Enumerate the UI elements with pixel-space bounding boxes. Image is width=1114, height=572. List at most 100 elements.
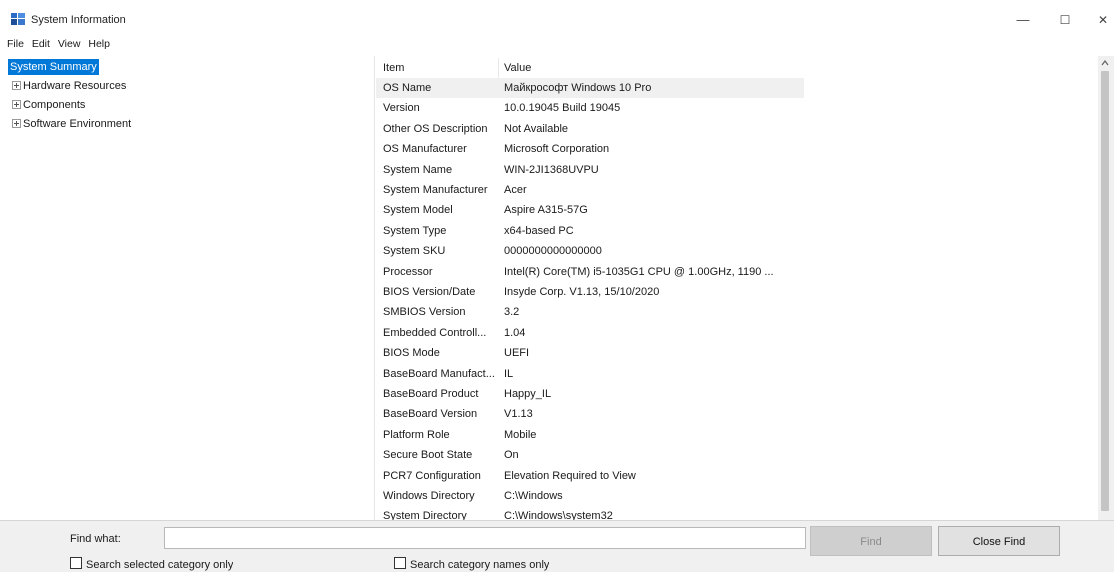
cell-item: BaseBoard Version xyxy=(383,408,478,421)
table-row[interactable]: Processor Intel(R) Core(TM) i5-1035G1 CPU… xyxy=(376,262,804,282)
checkbox-label: Search selected category only xyxy=(86,559,234,571)
cell-item: System Model xyxy=(383,204,453,217)
cell-value: 1.04 xyxy=(504,326,526,339)
table-row[interactable]: System Manufacturer Acer xyxy=(376,180,804,200)
tree-item-software-environment[interactable]: Software Environment xyxy=(0,116,131,132)
table-row[interactable]: System Type x64-based PC xyxy=(376,221,804,241)
cell-value: Майкрософт Windows 10 Pro xyxy=(504,82,652,94)
cell-value: Not Available xyxy=(504,122,569,135)
tree-item-system-summary[interactable]: System Summary xyxy=(8,59,99,75)
cell-value: C:\Windows xyxy=(504,490,563,502)
cell-item: Windows Directory xyxy=(383,490,475,502)
table-row[interactable]: OS Name Майкрософт Windows 10 Pro xyxy=(376,78,804,98)
table-row[interactable]: Secure Boot State On xyxy=(376,445,804,465)
table-row[interactable]: BIOS Version/Date Insyde Corp. V1.13, 15/… xyxy=(376,282,804,302)
cell-value: 10.0.19045 Build 19045 xyxy=(504,102,621,115)
expand-icon[interactable] xyxy=(12,80,21,90)
cell-item: PCR7 Configuration xyxy=(383,469,481,482)
table-row[interactable]: PCR7 Configuration Elevation Required to … xyxy=(376,466,804,486)
cell-item: System Type xyxy=(383,224,447,237)
table-row[interactable]: System Directory C:\Windows\system32 xyxy=(376,506,804,520)
column-header-item[interactable]: Item xyxy=(383,58,501,78)
cell-value: Happy_IL xyxy=(504,388,552,400)
cell-value: Aspire A315-57G xyxy=(504,204,588,217)
cell-item: Other OS Description xyxy=(383,122,488,135)
cell-item: System SKU xyxy=(383,245,446,258)
scrollbar-thumb[interactable] xyxy=(1101,71,1109,511)
cell-item: SMBIOS Version xyxy=(383,306,466,319)
tree-item-label: Components xyxy=(23,99,86,111)
menu-view[interactable]: View xyxy=(58,38,81,50)
checkbox-box[interactable] xyxy=(70,557,82,569)
table-row[interactable]: System Model Aspire A315-57G xyxy=(376,200,804,220)
cell-item: System Directory xyxy=(383,510,467,520)
tree-item-components[interactable]: Components xyxy=(0,97,85,113)
find-button[interactable]: Find xyxy=(810,526,932,556)
menu-file[interactable]: File xyxy=(7,38,24,50)
table-row[interactable]: System Name WIN-2JI1368UVPU xyxy=(376,160,804,180)
table-row[interactable]: Windows Directory C:\Windows xyxy=(376,486,804,506)
find-what-label: Find what: xyxy=(70,533,121,545)
cell-value: UEFI xyxy=(504,347,530,360)
cell-item: System Name xyxy=(383,163,453,176)
details-grid: Item Value OS Name Майкрософт Windows 10 … xyxy=(376,56,1098,520)
table-row[interactable]: BaseBoard Version V1.13 xyxy=(376,404,804,424)
checkbox-box[interactable] xyxy=(394,557,406,569)
menu-edit[interactable]: Edit xyxy=(32,38,50,50)
cell-item: BIOS Version/Date xyxy=(383,286,476,298)
title-bar: System Information — ☐ ✕ xyxy=(0,0,1114,36)
expand-icon[interactable] xyxy=(12,99,21,109)
column-header-value[interactable]: Value xyxy=(504,58,804,78)
cell-item: Embedded Controll... xyxy=(383,326,487,339)
cell-value: WIN-2JI1368UVPU xyxy=(504,163,599,176)
cell-value: IL xyxy=(504,367,514,380)
menu-bar: File Edit View Help xyxy=(7,38,115,52)
cell-item: Platform Role xyxy=(383,428,450,441)
table-row[interactable]: Platform Role Mobile xyxy=(376,425,804,445)
table-row[interactable]: Other OS Description Not Available xyxy=(376,119,804,139)
cell-value: Intel(R) Core(TM) i5-1035G1 CPU @ 1.00GH… xyxy=(504,265,774,278)
cell-value: Insyde Corp. V1.13, 15/10/2020 xyxy=(504,286,660,298)
table-row[interactable]: BaseBoard Product Happy_IL xyxy=(376,384,804,404)
table-row[interactable]: System SKU 0000000000000000 xyxy=(376,241,804,261)
cell-value: Acer xyxy=(504,184,527,196)
close-button[interactable]: ✕ xyxy=(1090,8,1114,32)
table-row[interactable]: Embedded Controll... 1.04 xyxy=(376,323,804,343)
table-row[interactable]: BaseBoard Manufact... IL xyxy=(376,364,804,384)
minimize-button[interactable]: — xyxy=(1010,8,1036,32)
table-row[interactable]: OS Manufacturer Microsoft Corporation xyxy=(376,139,804,159)
category-tree[interactable]: System Summary Hardware Resources Compon… xyxy=(0,56,372,520)
scroll-up-arrow-icon[interactable] xyxy=(1101,58,1109,68)
cell-value: 0000000000000000 xyxy=(504,245,602,258)
search-category-names-checkbox[interactable]: Search category names only xyxy=(394,557,549,571)
tree-item-label: Software Environment xyxy=(23,118,132,130)
table-row[interactable]: SMBIOS Version 3.2 xyxy=(376,302,804,322)
cell-value: Microsoft Corporation xyxy=(504,143,610,156)
cell-item: Version xyxy=(383,102,420,115)
search-selected-category-checkbox[interactable]: Search selected category only xyxy=(70,557,233,571)
close-find-button[interactable]: Close Find xyxy=(938,526,1060,556)
cell-value: Mobile xyxy=(504,428,537,441)
cell-item: Processor xyxy=(383,265,433,278)
menu-help[interactable]: Help xyxy=(88,38,110,50)
maximize-button[interactable]: ☐ xyxy=(1052,8,1078,32)
pane-splitter[interactable] xyxy=(374,56,375,520)
cell-value: 3.2 xyxy=(504,306,520,319)
cell-item: System Manufacturer xyxy=(383,184,488,196)
cell-value: Elevation Required to View xyxy=(504,469,636,482)
find-what-input[interactable] xyxy=(164,527,806,549)
column-divider[interactable] xyxy=(498,58,499,78)
tree-item-label: Hardware Resources xyxy=(23,80,127,92)
table-row[interactable]: BIOS Mode UEFI xyxy=(376,343,804,363)
checkbox-label: Search category names only xyxy=(410,559,550,571)
cell-value: x64-based PC xyxy=(504,224,574,237)
tree-item-hardware-resources[interactable]: Hardware Resources xyxy=(0,78,126,94)
expand-icon[interactable] xyxy=(12,118,21,128)
cell-value: C:\Windows\system32 xyxy=(504,510,613,520)
cell-item: OS Manufacturer xyxy=(383,143,467,156)
system-information-icon xyxy=(11,13,25,25)
cell-item: BIOS Mode xyxy=(383,347,440,360)
cell-item: OS Name xyxy=(383,82,432,94)
table-row[interactable]: Version 10.0.19045 Build 19045 xyxy=(376,98,804,118)
cell-item: Secure Boot State xyxy=(383,449,473,462)
